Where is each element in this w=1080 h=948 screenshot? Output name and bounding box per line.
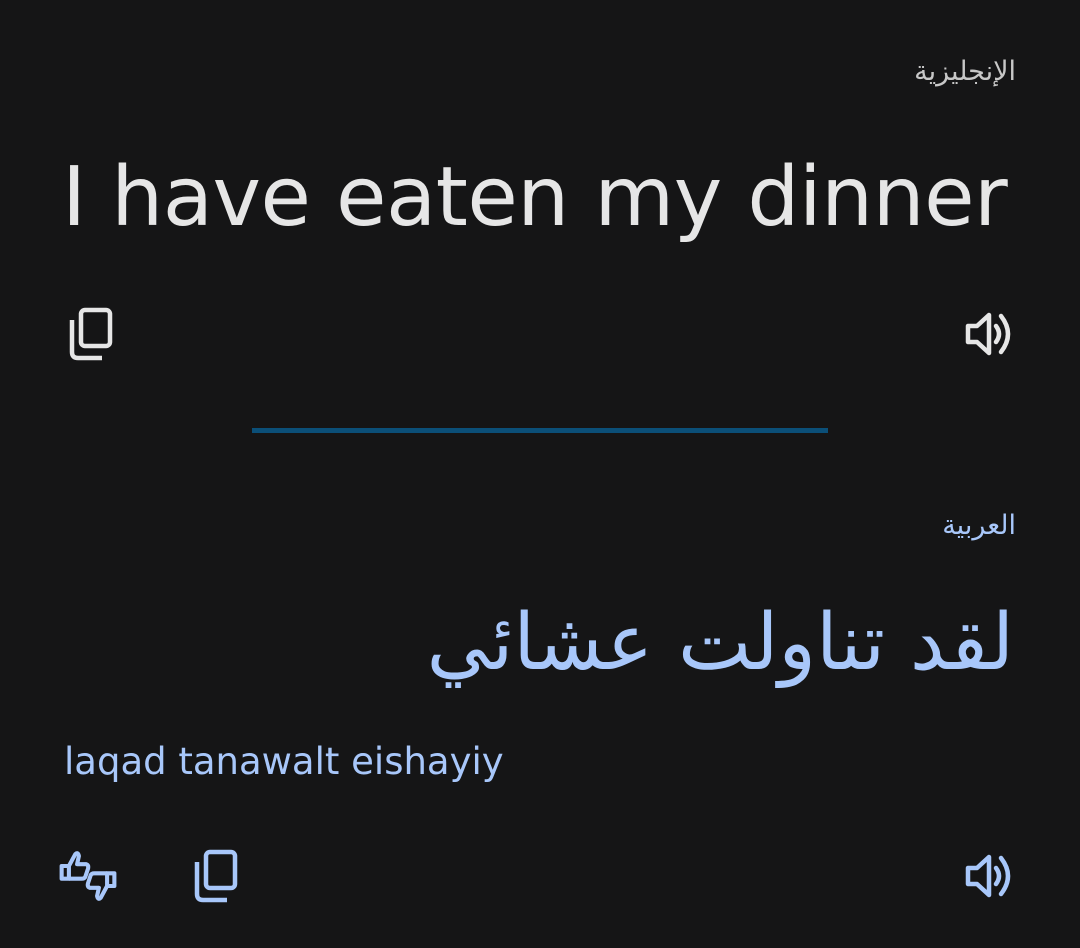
source-copy-button[interactable]: [60, 304, 120, 364]
target-text: لقد تناولت عشائي: [426, 598, 1014, 688]
transliteration-text: laqad tanawalt eishayiy: [64, 740, 504, 783]
thumbs-up-down-icon: [59, 851, 117, 901]
target-copy-button[interactable]: [185, 846, 245, 906]
source-speak-button[interactable]: [958, 304, 1018, 364]
card-divider[interactable]: [252, 428, 828, 433]
source-language-label: الإنجليزية: [914, 56, 1016, 87]
speaker-icon: [965, 312, 1011, 356]
target-speak-button[interactable]: [958, 846, 1018, 906]
target-language-label: العربية: [942, 510, 1016, 541]
source-text[interactable]: I have eaten my dinner: [62, 150, 1008, 245]
copy-icon: [69, 307, 113, 361]
copy-icon: [194, 849, 238, 903]
feedback-button[interactable]: [58, 846, 118, 906]
speaker-icon: [965, 854, 1011, 898]
